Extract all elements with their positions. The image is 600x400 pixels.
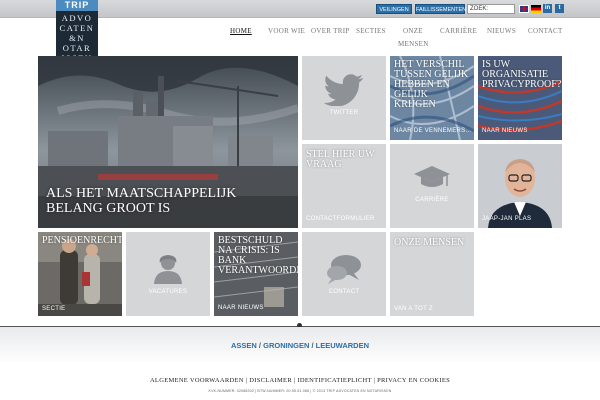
speech-bubbles-icon: [327, 255, 361, 284]
link-separator: |: [373, 377, 376, 384]
contact-tile[interactable]: CONTACT: [302, 232, 386, 316]
english-flag-icon[interactable]: [519, 5, 529, 13]
nav-home[interactable]: HOME: [230, 27, 252, 35]
nav-over-trip[interactable]: OVER TRIP: [311, 27, 350, 35]
contact-caption: CONTACT: [328, 289, 360, 295]
person-caption: JAAP-JAN PLAS: [482, 216, 532, 222]
verschil-title: HET VERSCHIL TUSSEN GELIJK HEBBEN EN GEL…: [394, 59, 469, 110]
city-separator: /: [258, 341, 262, 350]
city-links: ASSEN / GRONINGEN / LEEUWARDEN: [0, 341, 600, 350]
nav-nieuws[interactable]: NIEUWS: [487, 27, 516, 35]
mensen-tile[interactable]: ONZE MENSEN VAN A TOT Z: [390, 232, 474, 316]
nav-contact[interactable]: CONTACT: [528, 27, 563, 35]
pensioen-title: PENSIOENRECHT: [42, 235, 122, 246]
graduation-cap-icon: [414, 166, 450, 187]
person-tile[interactable]: JAAP-JAN PLAS: [478, 144, 562, 228]
identificatieplicht-link[interactable]: IDENTIFICATIEPLICHT: [297, 377, 371, 384]
nav-carriere[interactable]: CARRIÈRE: [440, 27, 477, 35]
logo-line: &N: [69, 33, 85, 43]
twitter-tile[interactable]: TWITTER: [302, 56, 386, 140]
disclaimer-link[interactable]: DISCLAIMER: [249, 377, 292, 384]
hero-tile[interactable]: ALS HET MAATSCHAPPELIJK BELANG GROOT IS: [38, 56, 298, 228]
mensen-title: ONZE MENSEN: [394, 237, 465, 248]
veilingen-button[interactable]: VEILINGEN: [376, 4, 412, 14]
city-separator: /: [311, 341, 314, 350]
logo-brand: TRIP: [56, 0, 98, 11]
logo-line: CATEN: [59, 23, 95, 33]
vraag-caption: CONTACTFORMULIER: [306, 216, 375, 222]
vacatures-caption: VACATURES: [148, 289, 188, 295]
mensen-caption: VAN A TOT Z: [394, 306, 433, 312]
nav-voor-wie[interactable]: VOOR WIE: [268, 27, 305, 35]
privacy-cookies-link[interactable]: PRIVACY EN COOKIES: [377, 377, 450, 384]
link-separator: |: [293, 377, 296, 384]
person-icon: [154, 255, 182, 284]
logo-line: ADVO: [61, 13, 93, 23]
organisatie-title: IS UW ORGANISATIE PRIVACYPROOF?: [482, 59, 562, 90]
pensioen-caption: SECTIE: [42, 306, 66, 312]
nav-onze-mensen-line2[interactable]: MENSEN: [398, 40, 429, 48]
footer-links: ALGEMENE VOORWAARDEN | DISCLAIMER | IDEN…: [0, 377, 600, 384]
twitter-bird-icon: [324, 74, 364, 106]
vraag-tile[interactable]: STEL HIER UW VRAAG CONTACTFORMULIER: [302, 144, 386, 228]
verschil-tile[interactable]: HET VERSCHIL TUSSEN GELIJK HEBBEN EN GEL…: [390, 56, 474, 140]
vraag-title: STEL HIER UW VRAAG: [306, 149, 375, 170]
nav-onze-mensen[interactable]: ONZE: [403, 27, 423, 35]
carriere-tile[interactable]: CARRIÈRE: [390, 144, 474, 228]
algemene-voorwaarden-link[interactable]: ALGEMENE VOORWAARDEN: [150, 377, 244, 384]
footer-fine-print: KVK-NUMMER: 02088302 | BTW-NUMMER: 00.55…: [208, 389, 392, 393]
german-flag-icon[interactable]: [531, 5, 541, 13]
organisatie-caption: NAAR NIEUWS: [482, 128, 528, 134]
carriere-caption: CARRIÈRE: [415, 197, 449, 203]
city-assen-link[interactable]: ASSEN: [231, 341, 257, 350]
faillissementen-button[interactable]: FAILLISSEMENTEN: [415, 4, 466, 14]
bestschuld-title: BESTSCHULD NA CRISIS: IS BANK VERANTWOOR…: [218, 235, 298, 276]
nav-secties[interactable]: SECTIES: [356, 27, 386, 35]
bestschuld-caption: NAAR NIEUWS: [218, 305, 264, 311]
bestschuld-tile[interactable]: BESTSCHULD NA CRISIS: IS BANK VERANTWOOR…: [214, 232, 298, 316]
verschil-caption: NAAR DE VENNEMERS...: [394, 128, 472, 134]
city-leeuwarden-link[interactable]: LEEUWARDEN: [316, 341, 369, 350]
organisatie-tile[interactable]: IS UW ORGANISATIE PRIVACYPROOF? NAAR NIE…: [478, 56, 562, 140]
vacatures-tile[interactable]: VACATURES: [126, 232, 210, 316]
pensioen-tile[interactable]: PENSIOENRECHT SECTIE: [38, 232, 122, 316]
hero-title: ALS HET MAATSCHAPPELIJK BELANG GROOT IS: [46, 186, 237, 216]
search-input[interactable]: ZOEK:: [467, 4, 515, 14]
twitter-small-icon[interactable]: t: [555, 4, 564, 13]
link-separator: |: [245, 377, 248, 384]
logo-line: OTAR: [62, 43, 92, 53]
city-groningen-link[interactable]: GRONINGEN: [263, 341, 309, 350]
twitter-caption: TWITTER: [329, 110, 359, 116]
linkedin-icon[interactable]: in: [543, 4, 552, 13]
